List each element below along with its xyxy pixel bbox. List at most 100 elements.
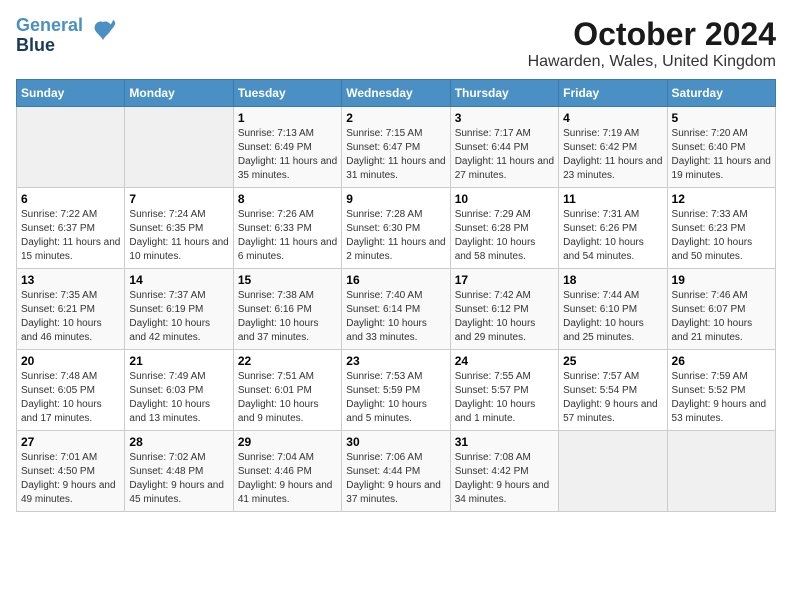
day-number: 21 [129, 354, 228, 368]
day-info: Sunrise: 7:04 AMSunset: 4:46 PMDaylight:… [238, 451, 337, 507]
day-info: Sunrise: 7:49 AMSunset: 6:03 PMDaylight:… [129, 370, 228, 426]
logo: General Blue [16, 16, 117, 56]
calendar-cell: 21 Sunrise: 7:49 AMSunset: 6:03 PMDayligh… [125, 350, 233, 431]
calendar-cell: 4 Sunrise: 7:19 AMSunset: 6:42 PMDaylight… [559, 107, 667, 188]
day-number: 11 [563, 192, 662, 206]
day-number: 22 [238, 354, 337, 368]
calendar-cell: 30 Sunrise: 7:06 AMSunset: 4:44 PMDayligh… [342, 431, 450, 512]
calendar-cell: 25 Sunrise: 7:57 AMSunset: 5:54 PMDayligh… [559, 350, 667, 431]
day-info: Sunrise: 7:01 AMSunset: 4:50 PMDaylight:… [21, 451, 120, 507]
weekday-header-sunday: Sunday [17, 80, 125, 107]
calendar-cell: 5Sunrise: 7:20 AMSunset: 6:40 PMDaylight… [667, 107, 775, 188]
day-number: 3 [455, 111, 554, 125]
day-number: 19 [672, 273, 771, 287]
weekday-header-saturday: Saturday [667, 80, 775, 107]
logo-text: General Blue [16, 15, 83, 55]
day-number: 15 [238, 273, 337, 287]
calendar-cell: 10Sunrise: 7:29 AMSunset: 6:28 PMDayligh… [450, 188, 558, 269]
day-info: Sunrise: 7:28 AMSunset: 6:30 PMDaylight:… [346, 208, 445, 264]
calendar-cell: 7 Sunrise: 7:24 AMSunset: 6:35 PMDaylight… [125, 188, 233, 269]
calendar-week-5: 27 Sunrise: 7:01 AMSunset: 4:50 PMDayligh… [17, 431, 776, 512]
day-info: Sunrise: 7:42 AMSunset: 6:12 PMDaylight:… [455, 289, 554, 345]
day-info: Sunrise: 7:59 AMSunset: 5:52 PMDaylight:… [672, 370, 771, 426]
calendar-cell: 20 Sunrise: 7:48 AMSunset: 6:05 PMDayligh… [17, 350, 125, 431]
calendar-cell: 6 Sunrise: 7:22 AMSunset: 6:37 PMDaylight… [17, 188, 125, 269]
day-number: 7 [129, 192, 228, 206]
logo-bird-icon [89, 18, 117, 46]
day-info: Sunrise: 7:13 AMSunset: 6:49 PMDaylight:… [238, 127, 337, 183]
calendar-cell: 3 Sunrise: 7:17 AMSunset: 6:44 PMDaylight… [450, 107, 558, 188]
calendar-cell: 17 Sunrise: 7:42 AMSunset: 6:12 PMDayligh… [450, 269, 558, 350]
day-number: 10 [455, 192, 554, 206]
day-info: Sunrise: 7:06 AMSunset: 4:44 PMDaylight:… [346, 451, 445, 507]
calendar-cell [559, 431, 667, 512]
calendar-week-4: 20 Sunrise: 7:48 AMSunset: 6:05 PMDayligh… [17, 350, 776, 431]
calendar-cell: 27 Sunrise: 7:01 AMSunset: 4:50 PMDayligh… [17, 431, 125, 512]
day-number: 20 [21, 354, 120, 368]
day-number: 24 [455, 354, 554, 368]
calendar-cell: 23Sunrise: 7:53 AMSunset: 5:59 PMDayligh… [342, 350, 450, 431]
weekday-header-thursday: Thursday [450, 80, 558, 107]
calendar-cell [667, 431, 775, 512]
calendar-cell [17, 107, 125, 188]
calendar-cell: 11 Sunrise: 7:31 AMSunset: 6:26 PMDayligh… [559, 188, 667, 269]
day-number: 1 [238, 111, 337, 125]
day-info: Sunrise: 7:31 AMSunset: 6:26 PMDaylight:… [563, 208, 662, 264]
day-info: Sunrise: 7:19 AMSunset: 6:42 PMDaylight:… [563, 127, 662, 183]
weekday-header-monday: Monday [125, 80, 233, 107]
day-number: 12 [672, 192, 771, 206]
day-number: 4 [563, 111, 662, 125]
weekday-header-friday: Friday [559, 80, 667, 107]
calendar-table: SundayMondayTuesdayWednesdayThursdayFrid… [16, 79, 776, 512]
day-info: Sunrise: 7:55 AMSunset: 5:57 PMDaylight:… [455, 370, 554, 426]
page-header: General Blue October 2024 Hawarden, Wale… [16, 16, 776, 71]
day-info: Sunrise: 7:26 AMSunset: 6:33 PMDaylight:… [238, 208, 337, 264]
day-info: Sunrise: 7:08 AMSunset: 4:42 PMDaylight:… [455, 451, 554, 507]
day-info: Sunrise: 7:44 AMSunset: 6:10 PMDaylight:… [563, 289, 662, 345]
day-info: Sunrise: 7:53 AMSunset: 5:59 PMDaylight:… [346, 370, 445, 426]
day-info: Sunrise: 7:17 AMSunset: 6:44 PMDaylight:… [455, 127, 554, 183]
day-number: 28 [129, 435, 228, 449]
day-info: Sunrise: 7:57 AMSunset: 5:54 PMDaylight:… [563, 370, 662, 426]
calendar-cell: 19 Sunrise: 7:46 AMSunset: 6:07 PMDayligh… [667, 269, 775, 350]
calendar-header-row: SundayMondayTuesdayWednesdayThursdayFrid… [17, 80, 776, 107]
calendar-cell: 28Sunrise: 7:02 AMSunset: 4:48 PMDayligh… [125, 431, 233, 512]
calendar-cell: 24 Sunrise: 7:55 AMSunset: 5:57 PMDayligh… [450, 350, 558, 431]
day-info: Sunrise: 7:24 AMSunset: 6:35 PMDaylight:… [129, 208, 228, 264]
day-number: 9 [346, 192, 445, 206]
day-number: 29 [238, 435, 337, 449]
calendar-cell [125, 107, 233, 188]
day-info: Sunrise: 7:48 AMSunset: 6:05 PMDaylight:… [21, 370, 120, 426]
day-number: 8 [238, 192, 337, 206]
calendar-cell: 12 Sunrise: 7:33 AMSunset: 6:23 PMDayligh… [667, 188, 775, 269]
day-info: Sunrise: 7:22 AMSunset: 6:37 PMDaylight:… [21, 208, 120, 264]
page-title: October 2024 [528, 16, 776, 53]
day-number: 14 [129, 273, 228, 287]
day-info: Sunrise: 7:15 AMSunset: 6:47 PMDaylight:… [346, 127, 445, 183]
day-info: Sunrise: 7:20 AMSunset: 6:40 PMDaylight:… [672, 127, 771, 183]
day-info: Sunrise: 7:46 AMSunset: 6:07 PMDaylight:… [672, 289, 771, 345]
day-number: 16 [346, 273, 445, 287]
day-number: 30 [346, 435, 445, 449]
calendar-cell: 31Sunrise: 7:08 AMSunset: 4:42 PMDayligh… [450, 431, 558, 512]
day-number: 17 [455, 273, 554, 287]
day-number: 13 [21, 273, 120, 287]
day-number: 27 [21, 435, 120, 449]
calendar-week-2: 6 Sunrise: 7:22 AMSunset: 6:37 PMDaylight… [17, 188, 776, 269]
calendar-cell: 13 Sunrise: 7:35 AMSunset: 6:21 PMDayligh… [17, 269, 125, 350]
calendar-cell: 14Sunrise: 7:37 AMSunset: 6:19 PMDayligh… [125, 269, 233, 350]
calendar-cell: 1 Sunrise: 7:13 AMSunset: 6:49 PMDaylight… [233, 107, 341, 188]
calendar-cell: 26Sunrise: 7:59 AMSunset: 5:52 PMDayligh… [667, 350, 775, 431]
calendar-cell: 22 Sunrise: 7:51 AMSunset: 6:01 PMDayligh… [233, 350, 341, 431]
day-number: 6 [21, 192, 120, 206]
day-number: 25 [563, 354, 662, 368]
calendar-cell: 16 Sunrise: 7:40 AMSunset: 6:14 PMDayligh… [342, 269, 450, 350]
calendar-cell: 29 Sunrise: 7:04 AMSunset: 4:46 PMDayligh… [233, 431, 341, 512]
day-number: 18 [563, 273, 662, 287]
day-info: Sunrise: 7:51 AMSunset: 6:01 PMDaylight:… [238, 370, 337, 426]
weekday-header-tuesday: Tuesday [233, 80, 341, 107]
day-info: Sunrise: 7:40 AMSunset: 6:14 PMDaylight:… [346, 289, 445, 345]
day-info: Sunrise: 7:33 AMSunset: 6:23 PMDaylight:… [672, 208, 771, 264]
day-info: Sunrise: 7:35 AMSunset: 6:21 PMDaylight:… [21, 289, 120, 345]
calendar-cell: 18 Sunrise: 7:44 AMSunset: 6:10 PMDayligh… [559, 269, 667, 350]
